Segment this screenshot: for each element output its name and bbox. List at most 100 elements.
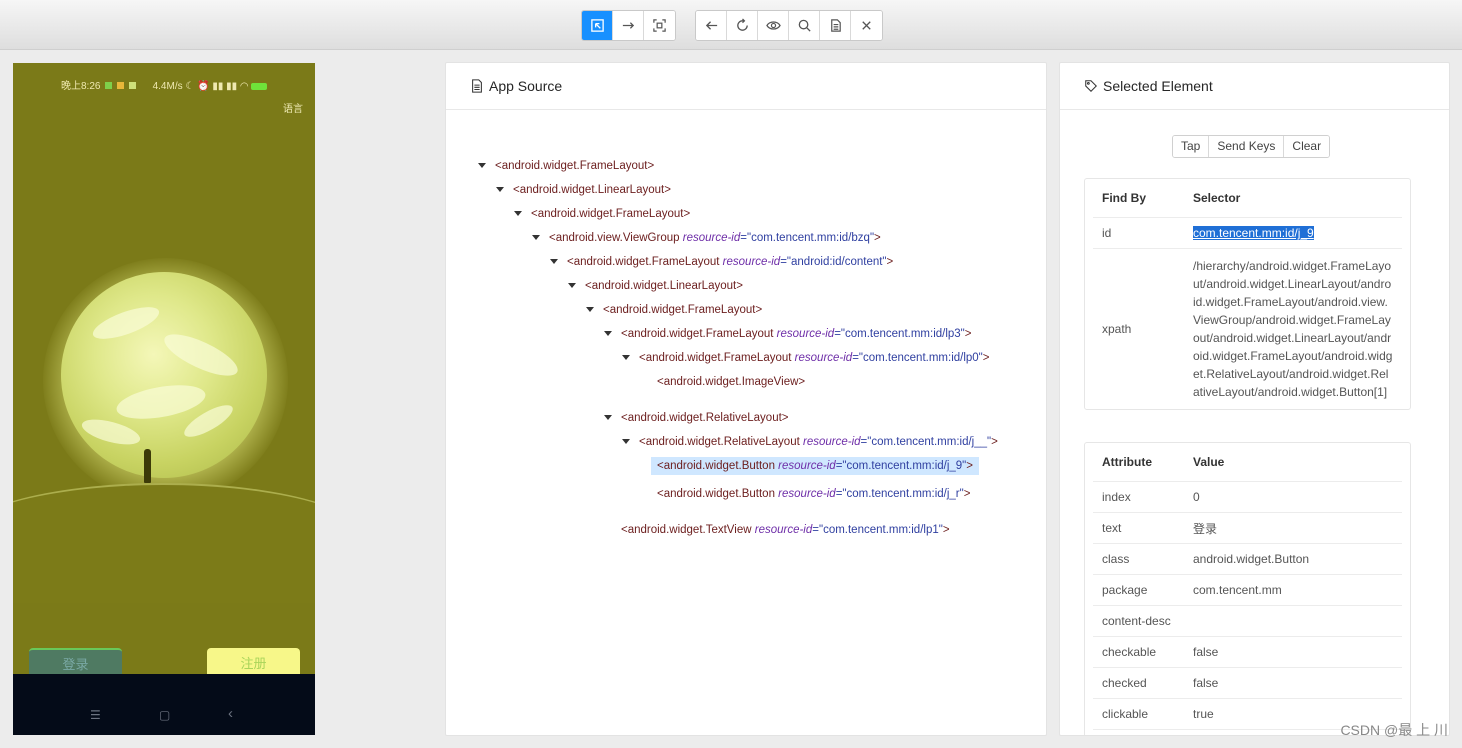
menu-nav-icon[interactable]: ☰ [90, 708, 101, 722]
node-tag-end: > [982, 352, 990, 364]
selected-element-panel: Selected Element Tap Send Keys Clear Fin… [1059, 62, 1450, 736]
device-screenshot[interactable]: 晚上8:26 4.4M/s ☾ ⏰ ▮▮ ▮▮ ◠ 语言 登录 注册 ☰ ▢ ‹ [13, 63, 315, 735]
send-keys-button[interactable]: Send Keys [1209, 136, 1285, 157]
tree-node[interactable]: <android.widget.ImageView> [657, 373, 805, 391]
expand-caret-icon[interactable] [514, 211, 522, 217]
tree-node[interactable]: <android.view.ViewGroup resource-id="com… [532, 229, 881, 247]
expand-caret-icon[interactable] [550, 259, 558, 265]
app-source-panel: App Source <android.widget.FrameLayout> <… [445, 62, 1047, 736]
clear-button[interactable]: Clear [1284, 136, 1330, 157]
selector-header: Selector [1193, 191, 1241, 205]
id-label: id [1102, 226, 1112, 240]
tree-node[interactable]: <android.widget.FrameLayout resource-id=… [622, 349, 990, 367]
node-tag: <android.widget.LinearLayout> [513, 184, 671, 196]
tree-node[interactable]: <android.widget.FrameLayout resource-id=… [550, 253, 893, 271]
tree-node[interactable]: <android.widget.FrameLayout> [586, 301, 762, 319]
swipe-button[interactable] [613, 11, 644, 40]
node-attr-value: ="com.tencent.mm:id/lp1" [812, 524, 943, 536]
app-notification-icon [128, 82, 136, 89]
earth-image [61, 272, 267, 478]
tap-button[interactable]: Tap [1173, 136, 1210, 157]
node-attr-value: ="com.tencent.mm:id/j__" [860, 436, 992, 448]
tree-node[interactable]: <android.widget.RelativeLayout resource-… [622, 433, 998, 451]
expand-caret-icon[interactable] [496, 187, 504, 193]
attribute-row: content-desc [1093, 606, 1402, 637]
attribute-value: com.tencent.mm [1193, 583, 1282, 597]
attribute-rows: index 0 text 登录 class android.widget.Button pa… [1085, 482, 1410, 730]
language-button[interactable]: 语言 [283, 100, 303, 115]
node-tag-end: > [942, 524, 950, 536]
expand-caret-icon[interactable] [532, 235, 540, 241]
attribute-name: text [1102, 521, 1122, 535]
back-nav-icon[interactable]: ‹ [228, 705, 233, 722]
expand-caret-icon[interactable] [622, 439, 630, 445]
file-icon [472, 79, 482, 93]
select-element-button[interactable] [582, 11, 613, 40]
app-notification-icon [117, 82, 125, 89]
tree-node[interactable]: <android.widget.FrameLayout> [478, 157, 654, 175]
expand-caret-icon[interactable] [604, 331, 612, 337]
tree-node[interactable]: <android.widget.Button resource-id="com.… [657, 485, 970, 503]
search-button[interactable] [789, 11, 820, 40]
node-tag: <android.widget.Button [657, 460, 775, 472]
tree-node[interactable]: <android.widget.TextView resource-id="co… [621, 521, 950, 539]
tree-node[interactable]: <android.widget.FrameLayout resource-id=… [604, 325, 972, 343]
home-nav-icon[interactable]: ▢ [159, 708, 170, 722]
node-tag: <android.widget.FrameLayout [567, 256, 720, 268]
node-attr-value: ="android:id/content" [780, 256, 887, 268]
tree-node[interactable]: <android.widget.LinearLayout> [568, 277, 743, 295]
quit-session-button[interactable] [851, 11, 882, 40]
node-tag-end: > [886, 256, 894, 268]
node-tag-end: > [964, 328, 972, 340]
eye-icon [765, 21, 781, 30]
tree-node[interactable]: <android.widget.LinearLayout> [496, 181, 671, 199]
node-tag: <android.widget.RelativeLayout> [621, 412, 789, 424]
attribute-name: content-desc [1102, 614, 1171, 628]
attribute-name: checked [1102, 676, 1147, 690]
xpath-selector-value[interactable]: /hierarchy/android.widget.FrameLayout/an… [1193, 249, 1393, 409]
node-tag: <android.widget.FrameLayout> [603, 304, 763, 316]
attribute-value: false [1193, 676, 1219, 690]
back-button[interactable] [696, 11, 727, 40]
node-tag: <android.widget.LinearLayout> [585, 280, 743, 292]
tree-node-selected[interactable]: <android.widget.Button resource-id="com.… [651, 457, 979, 475]
swipe-icon [622, 22, 634, 29]
expand-caret-icon[interactable] [586, 307, 594, 313]
toggle-visibility-button[interactable] [758, 11, 789, 40]
node-attr-name: resource-id [682, 232, 741, 244]
expand-caret-icon[interactable] [604, 415, 612, 421]
attribute-value: true [1193, 707, 1214, 721]
tap-by-coordinates-icon [653, 19, 666, 32]
element-actions: Tap Send Keys Clear [1172, 135, 1331, 158]
tap-by-coordinates-button[interactable] [644, 11, 675, 40]
tree-node[interactable]: <android.widget.FrameLayout> [514, 205, 690, 223]
attribute-row: package com.tencent.mm [1093, 575, 1402, 606]
id-selector-value[interactable]: com.tencent.mm:id/j_9 [1193, 226, 1314, 240]
attribute-value: android.widget.Button [1193, 552, 1310, 566]
node-attr-value: ="com.tencent.mm:id/j_9" [835, 460, 967, 472]
node-tag-end: > [991, 436, 998, 448]
expand-caret-icon[interactable] [568, 283, 576, 289]
refresh-button[interactable] [727, 11, 758, 40]
attribute-value: 登录 [1193, 521, 1218, 536]
xpath-label: xpath [1102, 322, 1132, 336]
node-tag: <android.widget.ImageView> [657, 376, 806, 388]
tree-node[interactable]: <android.widget.RelativeLayout> [604, 409, 789, 427]
expand-caret-icon[interactable] [622, 355, 630, 361]
id-row: id com.tencent.mm:id/j_9 [1093, 218, 1402, 249]
find-by-header: Find By [1102, 191, 1146, 205]
attribute-name: checkable [1102, 645, 1157, 659]
attribute-row: index 0 [1093, 482, 1402, 513]
expand-caret-icon[interactable] [478, 163, 486, 169]
watermark: CSDN @最 上 川 [1340, 722, 1448, 738]
node-attr-value: ="com.tencent.mm:id/bzq" [740, 232, 875, 244]
node-tag: <android.view.ViewGroup [549, 232, 680, 244]
copy-xml-icon [830, 19, 841, 32]
copy-xml-button[interactable] [820, 11, 851, 40]
attribute-value: 0 [1193, 490, 1200, 504]
attribute-row: checked false [1093, 668, 1402, 699]
status-speed: 4.4M/s [152, 81, 183, 92]
xpath-row: xpath /hierarchy/android.widget.FrameLay… [1093, 249, 1402, 409]
node-tag-end: > [874, 232, 881, 244]
node-tag: <android.widget.FrameLayout [621, 328, 774, 340]
